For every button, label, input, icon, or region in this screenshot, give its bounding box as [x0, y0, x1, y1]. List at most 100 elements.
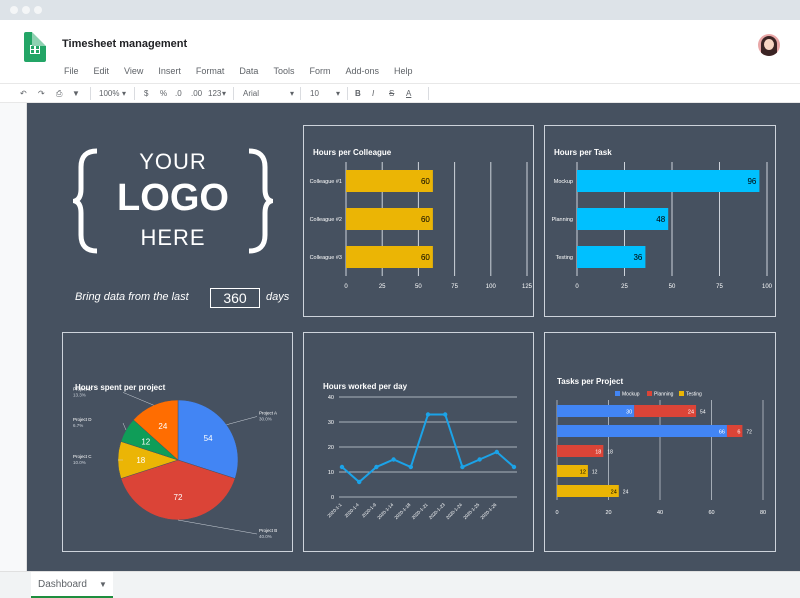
data-point: [374, 464, 379, 470]
zoom-select[interactable]: 100%: [99, 89, 119, 98]
segment-value-label: 66: [719, 430, 725, 436]
redo-icon[interactable]: ↷: [38, 89, 45, 98]
y-tick-label: 30: [328, 420, 334, 426]
slice-value-label: 54: [204, 434, 213, 443]
stacked-bar-chart: Mockup Planning Testing0 20 40 60 8030 24 5466 6 7…: [555, 391, 766, 516]
data-point: [391, 457, 396, 462]
currency-button[interactable]: $: [144, 89, 148, 98]
data-point: [339, 464, 345, 470]
text-color-button[interactable]: A: [406, 89, 411, 98]
window-dot-icon[interactable]: [34, 6, 42, 14]
menu-addons[interactable]: Add-ons: [345, 66, 379, 76]
italic-button[interactable]: I: [372, 89, 374, 98]
logo-line-3: HERE: [140, 225, 206, 250]
x-tick-label: 75: [716, 284, 723, 290]
category-label: Colleague #3: [310, 255, 342, 261]
total-label: 24: [623, 490, 629, 496]
x-tick-label: 100: [486, 284, 497, 290]
x-tick-label: 100: [762, 284, 773, 290]
window-dot-icon[interactable]: [22, 6, 30, 14]
print-icon[interactable]: ⎙: [56, 89, 62, 99]
y-tick-label: 40: [328, 395, 334, 401]
menu-bar: File Edit View Insert Format Data Tools …: [64, 66, 428, 76]
x-tick-label: 25: [379, 284, 386, 290]
x-tick-label: 75: [451, 284, 458, 290]
chart-hours-per-project[interactable]: Hours spent per project 54 Project A 30.0%…: [62, 332, 293, 552]
bar-segment: [634, 405, 697, 417]
x-tick-label: 2020-1-24: [445, 502, 463, 520]
legend-label: Testing: [686, 392, 702, 398]
data-label: 60: [421, 215, 430, 224]
window-titlebar: [0, 0, 800, 20]
chevron-down-icon[interactable]: ▾: [290, 89, 294, 98]
avatar[interactable]: [758, 34, 780, 56]
menu-view[interactable]: View: [124, 66, 143, 76]
slice-percent-label: 30.0%: [259, 417, 272, 422]
chevron-down-icon[interactable]: ▾: [336, 89, 340, 98]
slice-value-label: 12: [141, 437, 150, 446]
menu-file[interactable]: File: [64, 66, 79, 76]
bar-chart: 0 25 50 75 100 125 Colleague #1 60 Colleague #2 6…: [310, 162, 533, 290]
data-point: [460, 464, 465, 470]
document-title[interactable]: Timesheet management: [62, 38, 187, 50]
chevron-down-icon[interactable]: ▾: [122, 89, 126, 98]
menu-form[interactable]: Form: [309, 66, 330, 76]
data-point: [494, 449, 499, 455]
bar-segment: [557, 425, 727, 437]
menu-data[interactable]: Data: [239, 66, 258, 76]
slice-name-label: Project A: [259, 411, 277, 416]
tab-dashboard[interactable]: Dashboard ▼: [31, 572, 113, 598]
font-size-select[interactable]: 10: [310, 89, 319, 98]
legend-label: Mockup: [622, 392, 640, 398]
menu-edit[interactable]: Edit: [94, 66, 110, 76]
bar: [346, 170, 433, 192]
data-point: [477, 457, 482, 462]
days-input[interactable]: 360: [210, 288, 260, 308]
menu-format[interactable]: Format: [196, 66, 225, 76]
chevron-down-icon[interactable]: ▼: [99, 580, 107, 589]
y-tick-label: 10: [328, 470, 334, 476]
row-header-column: [0, 103, 27, 573]
bar-segment: [557, 405, 635, 417]
leader-line: [122, 392, 154, 406]
tab-label: Dashboard: [38, 579, 87, 590]
strikethrough-button[interactable]: S: [389, 89, 394, 98]
menu-help[interactable]: Help: [394, 66, 413, 76]
bar: [346, 246, 433, 268]
font-select[interactable]: Arial: [243, 89, 259, 98]
total-label: 18: [607, 450, 613, 456]
paint-format-icon[interactable]: ▼: [72, 89, 80, 98]
legend-swatch: [647, 391, 652, 396]
total-label: 12: [592, 470, 598, 476]
bar: [577, 208, 669, 230]
legend-label: Planning: [654, 392, 674, 398]
x-tick-label: 0: [555, 510, 558, 516]
filter-suffix-label: days: [266, 291, 290, 303]
sheets-icon[interactable]: [24, 32, 46, 62]
chevron-down-icon[interactable]: ▾: [222, 89, 226, 98]
bold-button[interactable]: B: [355, 89, 361, 98]
menu-tools[interactable]: Tools: [273, 66, 294, 76]
x-tick-label: 2020-1-25: [462, 502, 480, 520]
segment-value-label: 6: [737, 430, 740, 436]
slice-percent-label: 13.3%: [73, 392, 86, 397]
segment-value-label: 18: [595, 450, 601, 456]
increase-decimal-button[interactable]: .00: [191, 89, 202, 98]
decrease-decimal-button[interactable]: .0: [175, 89, 182, 98]
number-format-select[interactable]: 123: [208, 89, 221, 98]
window-dot-icon[interactable]: [10, 6, 18, 14]
undo-icon[interactable]: ↶: [20, 89, 27, 98]
chart-hours-per-task[interactable]: Hours per Task 0 25 50 75 100 Mockup 96 Plannin…: [544, 125, 776, 317]
total-label: 72: [746, 430, 752, 436]
data-point: [408, 464, 413, 470]
chart-tasks-per-project[interactable]: Tasks per Project Mockup Planning Testing 0…: [544, 332, 776, 552]
segment-value-label: 30: [626, 410, 632, 416]
segment-value-label: 12: [580, 470, 586, 476]
chart-hours-per-colleague[interactable]: Hours per Colleague 0 25 50 75 100 125 Colleag…: [303, 125, 534, 317]
menu-insert[interactable]: Insert: [158, 66, 181, 76]
chart-hours-per-day[interactable]: Hours worked per day 0 10 20 30 40 2020-1-1 20…: [303, 332, 534, 552]
percent-button[interactable]: %: [160, 89, 167, 98]
slice-percent-label: 6.7%: [73, 423, 83, 428]
logo-line-2: LOGO: [117, 177, 229, 219]
bar-chart: 0 25 50 75 100 Mockup 96 Planning 48 Testing 36: [552, 162, 773, 290]
